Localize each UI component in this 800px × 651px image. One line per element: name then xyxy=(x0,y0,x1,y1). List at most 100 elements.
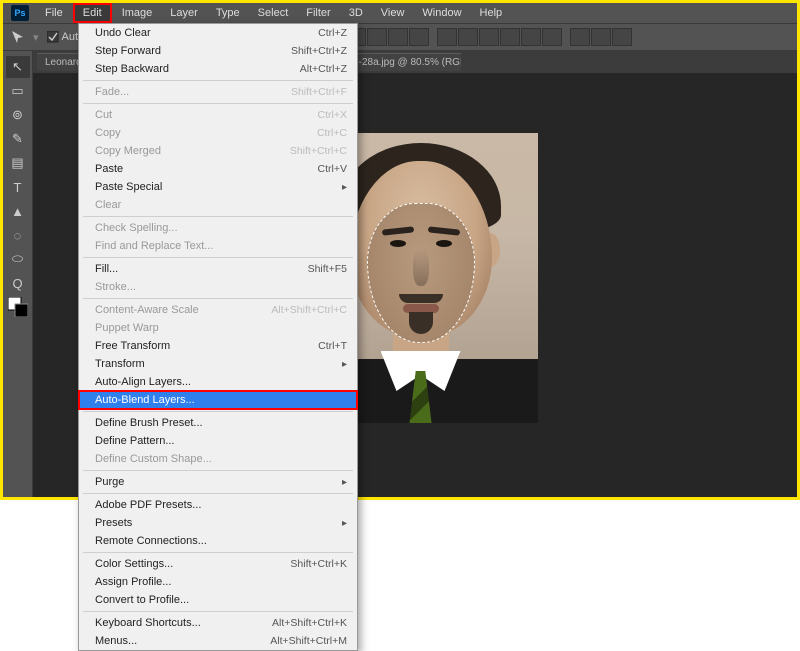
tool-brush[interactable]: ✎ xyxy=(6,128,30,150)
menu-item-step-backward[interactable]: Step BackwardAlt+Ctrl+Z xyxy=(79,60,357,78)
menu-item-label: Adobe PDF Presets... xyxy=(95,499,201,511)
tool-gradient[interactable]: ▤ xyxy=(6,152,30,174)
menu-edit[interactable]: Edit xyxy=(73,3,112,23)
submenu-arrow-icon: ▸ xyxy=(342,518,347,529)
menu-item-label: Convert to Profile... xyxy=(95,594,189,606)
submenu-arrow-icon: ▸ xyxy=(342,477,347,488)
menu-item-copy: CopyCtrl+C xyxy=(79,124,357,142)
menu-item-keyboard-shortcuts[interactable]: Keyboard Shortcuts... Alt+Shift+Ctrl+K xyxy=(79,614,357,632)
tool-move[interactable]: ↖ xyxy=(6,56,30,78)
menu-item-shortcut: Shift+Ctrl+C xyxy=(290,145,347,157)
menu-separator xyxy=(83,470,353,471)
menu-item-clear: Clear xyxy=(79,196,357,214)
menu-item-paste[interactable]: PasteCtrl+V xyxy=(79,160,357,178)
menu-item-shortcut: Ctrl+X xyxy=(318,109,347,121)
menu-item-label: Remote Connections... xyxy=(95,535,207,547)
menu-item-step-forward[interactable]: Step ForwardShift+Ctrl+Z xyxy=(79,42,357,60)
submenu-arrow-icon: ▸ xyxy=(342,359,347,370)
menu-item-label: Stroke... xyxy=(95,281,136,293)
tool-type[interactable]: T xyxy=(6,176,30,198)
menu-item-shortcut: Alt+Ctrl+Z xyxy=(300,63,347,75)
menu-item-label: Fade... xyxy=(95,86,129,98)
menu-3d[interactable]: 3D xyxy=(341,5,371,21)
dist-btn-3[interactable] xyxy=(479,28,499,46)
menu-item-label: Cut xyxy=(95,109,112,121)
menu-item-define-brush-preset[interactable]: Define Brush Preset... xyxy=(79,414,357,432)
menu-item-label: Purge xyxy=(95,476,124,488)
menu-separator xyxy=(83,493,353,494)
menu-item-shortcut: Shift+Ctrl+Z xyxy=(291,45,347,57)
tool-marquee[interactable]: ▭ xyxy=(6,80,30,102)
menu-help[interactable]: Help xyxy=(472,5,511,21)
menu-item-transform[interactable]: Transform▸ xyxy=(79,355,357,373)
menu-item-shortcut: Shift+F5 xyxy=(308,263,347,275)
align-btn-6[interactable] xyxy=(409,28,429,46)
menu-item-label: Define Brush Preset... xyxy=(95,417,203,429)
menu-item-adobe-pdf-presets[interactable]: Adobe PDF Presets... xyxy=(79,496,357,514)
menu-item-label: Clear xyxy=(95,199,121,211)
menu-item-color-settings[interactable]: Color Settings...Shift+Ctrl+K xyxy=(79,555,357,573)
dist-btn-6[interactable] xyxy=(542,28,562,46)
move-tool-icon xyxy=(11,30,25,44)
menu-file[interactable]: File xyxy=(37,5,71,21)
menu-item-label: Puppet Warp xyxy=(95,322,159,334)
tool-ellipse[interactable]: ◌ xyxy=(6,224,30,246)
menu-layer[interactable]: Layer xyxy=(162,5,206,21)
menu-item-check-spelling: Check Spelling... xyxy=(79,219,357,237)
menu-item-fade: Fade... Shift+Ctrl+F xyxy=(79,83,357,101)
menu-item-menus[interactable]: Menus... Alt+Shift+Ctrl+M xyxy=(79,632,357,650)
app-logo: Ps xyxy=(11,5,29,21)
menu-item-undo-clear[interactable]: Undo ClearCtrl+Z xyxy=(79,24,357,42)
align-btn-5[interactable] xyxy=(388,28,408,46)
menu-item-shortcut: Alt+Shift+Ctrl+M xyxy=(270,635,347,647)
menu-separator xyxy=(83,552,353,553)
tool-lasso[interactable]: ⊚ xyxy=(6,104,30,126)
mode-btn-1[interactable] xyxy=(570,28,590,46)
menu-item-purge[interactable]: Purge ▸ xyxy=(79,473,357,491)
menu-item-shortcut: Alt+Shift+Ctrl+K xyxy=(272,617,347,629)
menu-item-free-transform[interactable]: Free TransformCtrl+T xyxy=(79,337,357,355)
menu-item-presets[interactable]: Presets▸ xyxy=(79,514,357,532)
menu-separator xyxy=(83,411,353,412)
menu-window[interactable]: Window xyxy=(414,5,469,21)
menu-image[interactable]: Image xyxy=(114,5,161,21)
menu-item-shortcut: Shift+Ctrl+F xyxy=(291,86,347,98)
menu-item-remote-connections[interactable]: Remote Connections... xyxy=(79,532,357,550)
mode-btn-3[interactable] xyxy=(612,28,632,46)
dist-btn-4[interactable] xyxy=(500,28,520,46)
menu-item-label: Auto-Blend Layers... xyxy=(95,394,195,406)
menu-separator xyxy=(83,80,353,81)
menu-separator xyxy=(83,611,353,612)
align-btn-4[interactable] xyxy=(367,28,387,46)
menu-item-paste-special[interactable]: Paste Special▸ xyxy=(79,178,357,196)
mode-buttons xyxy=(570,28,632,46)
tool-shape[interactable]: ▲ xyxy=(6,200,30,222)
menu-item-define-pattern[interactable]: Define Pattern... xyxy=(79,432,357,450)
menu-item-convert-to-profile[interactable]: Convert to Profile... xyxy=(79,591,357,609)
menu-view[interactable]: View xyxy=(373,5,413,21)
menu-type[interactable]: Type xyxy=(208,5,248,21)
menu-item-shortcut: Ctrl+T xyxy=(318,340,347,352)
dist-btn-1[interactable] xyxy=(437,28,457,46)
menu-item-define-custom-shape: Define Custom Shape... xyxy=(79,450,357,468)
menu-item-auto-blend-layers[interactable]: Auto-Blend Layers... xyxy=(79,391,357,409)
mode-btn-2[interactable] xyxy=(591,28,611,46)
menu-select[interactable]: Select xyxy=(250,5,297,21)
dist-btn-5[interactable] xyxy=(521,28,541,46)
menu-item-auto-align-layers[interactable]: Auto-Align Layers... xyxy=(79,373,357,391)
menu-item-puppet-warp: Puppet Warp xyxy=(79,319,357,337)
tool-hand[interactable]: ⬭ xyxy=(6,248,30,270)
menu-item-assign-profile[interactable]: Assign Profile... xyxy=(79,573,357,591)
menu-item-label: Keyboard Shortcuts... xyxy=(95,617,201,629)
menu-item-label: Menus... xyxy=(95,635,137,647)
menu-item-copy-merged: Copy MergedShift+Ctrl+C xyxy=(79,142,357,160)
menu-item-shortcut: Ctrl+V xyxy=(318,163,347,175)
menubar: Ps File Edit Image Layer Type Select Fil… xyxy=(3,3,797,23)
menu-item-fill[interactable]: Fill...Shift+F5 xyxy=(79,260,357,278)
color-swatches[interactable] xyxy=(6,296,30,318)
edit-menu-dropdown: Undo ClearCtrl+ZStep ForwardShift+Ctrl+Z… xyxy=(78,23,358,651)
menu-item-label: Content-Aware Scale xyxy=(95,304,199,316)
dist-btn-2[interactable] xyxy=(458,28,478,46)
tool-quickmask[interactable]: Q xyxy=(6,272,30,294)
menu-filter[interactable]: Filter xyxy=(298,5,338,21)
